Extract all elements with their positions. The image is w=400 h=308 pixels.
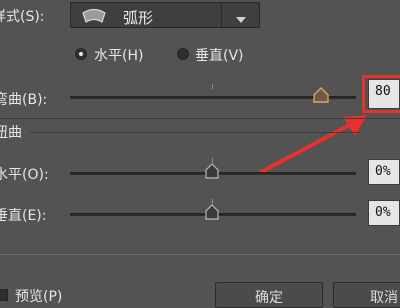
vertical-distortion-label: 垂直(E): xyxy=(0,208,47,224)
vertical-slider-handle[interactable] xyxy=(205,204,219,224)
distortion-section-label: 扭曲 xyxy=(0,125,22,141)
horizontal-distortion-label: 水平(O): xyxy=(0,167,49,183)
ok-button[interactable]: 确定 xyxy=(215,282,323,308)
horizontal-value-field[interactable]: 0% xyxy=(368,159,400,185)
radio-horizontal-label[interactable]: 水平(H) xyxy=(94,45,143,65)
bend-separator xyxy=(0,118,400,119)
bend-slider-handle[interactable] xyxy=(313,87,329,107)
preview-label[interactable]: 预览(P) xyxy=(15,286,62,306)
radio-vertical-label[interactable]: 垂直(V) xyxy=(195,45,244,65)
cancel-button[interactable]: 取消 xyxy=(333,282,400,308)
style-value: 弧形 xyxy=(123,9,154,27)
vertical-value-field[interactable]: 0% xyxy=(368,200,400,226)
radio-vertical[interactable] xyxy=(177,48,189,60)
style-label: 样式(S): xyxy=(0,9,45,25)
bend-center-tick xyxy=(212,84,213,89)
arc-shape-icon xyxy=(81,7,107,29)
dropdown-divider xyxy=(221,3,222,27)
radio-horizontal[interactable] xyxy=(75,48,87,60)
style-dropdown[interactable]: 弧形 xyxy=(70,2,260,28)
horizontal-slider-handle[interactable] xyxy=(205,163,219,183)
footer-separator xyxy=(0,254,400,255)
chevron-down-icon[interactable] xyxy=(235,12,247,28)
radio-selected-dot xyxy=(79,52,83,56)
distortion-separator xyxy=(30,132,360,133)
bend-label: 弯曲(B): xyxy=(0,92,48,108)
preview-checkbox[interactable] xyxy=(0,289,8,301)
